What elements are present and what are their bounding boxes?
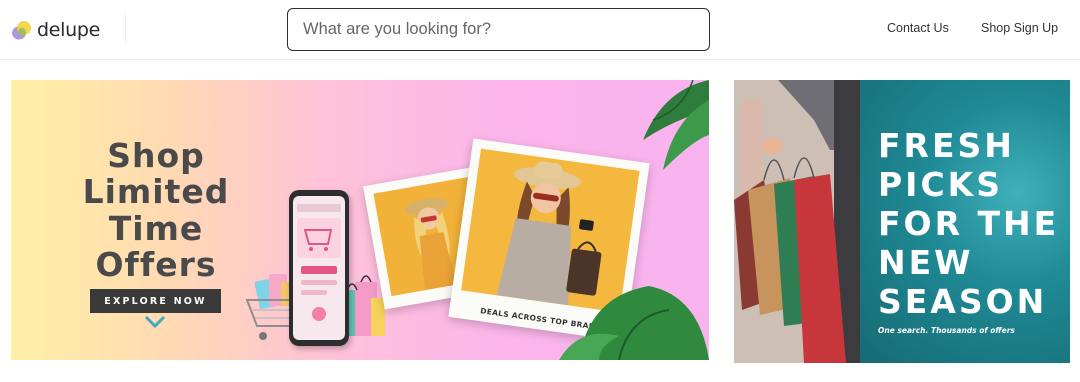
delupe-logo-icon xyxy=(11,19,33,41)
shop-sign-up-link[interactable]: Shop Sign Up xyxy=(981,21,1058,35)
hero-banner-limited-offers[interactable]: Shop Limited Time Offers EXPLORE NOW DEA… xyxy=(11,80,709,360)
search-box xyxy=(287,8,710,51)
search-input[interactable] xyxy=(288,9,709,50)
logo-link[interactable]: delupe xyxy=(11,17,100,43)
side-headline-line-4: NEW xyxy=(878,243,974,282)
palm-leaf-icon xyxy=(643,80,709,170)
header-divider xyxy=(125,13,126,45)
side-tagline: One search. Thousands of offers xyxy=(878,326,1015,335)
site-header: delupe Contact Us Shop Sign Up xyxy=(0,0,1080,60)
logo-text: delupe xyxy=(37,19,101,41)
monstera-leaf-icon xyxy=(559,286,709,360)
hero-headline-line-3: Time Offers xyxy=(95,208,217,284)
side-headline-line-1: FRESH xyxy=(878,126,1015,165)
chevron-down-icon xyxy=(144,314,166,330)
hero-headline: Shop Limited Time Offers xyxy=(51,136,261,284)
explore-now-button[interactable]: EXPLORE NOW xyxy=(90,289,221,313)
side-headline-line-5: SEASON xyxy=(878,282,1048,321)
side-headline-line-2: PICKS xyxy=(878,165,1004,204)
hero-headline-line-1: Shop xyxy=(107,136,205,175)
shopping-bags-photo xyxy=(734,80,860,363)
contact-us-link[interactable]: Contact Us xyxy=(887,21,949,35)
side-headline: FRESH PICKS FOR THE NEW SEASON xyxy=(878,126,1068,321)
side-banner-fresh-picks[interactable]: FRESH PICKS FOR THE NEW SEASON One searc… xyxy=(734,80,1070,363)
side-headline-line-3: FOR THE xyxy=(878,204,1060,243)
hero-headline-line-2: Limited xyxy=(82,172,230,212)
phone-illustration xyxy=(289,190,349,346)
